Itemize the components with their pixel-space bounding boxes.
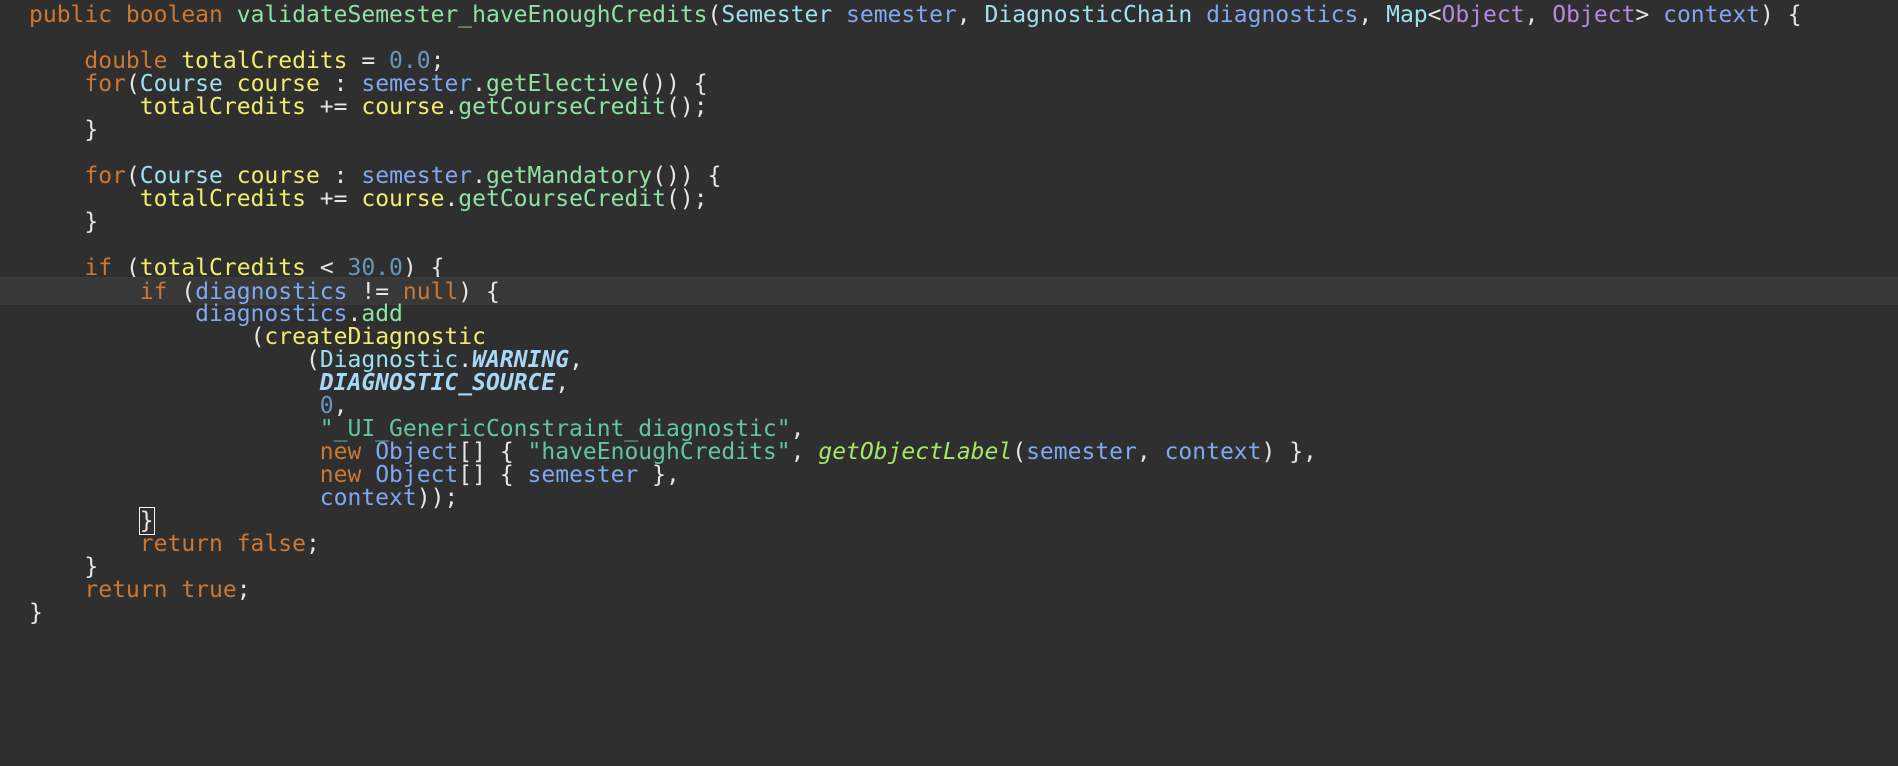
code-editor[interactable]: public boolean validateSemester_haveEnou… xyxy=(0,0,1898,766)
code-token: } xyxy=(29,600,43,626)
code-line[interactable]: } xyxy=(0,599,1898,627)
